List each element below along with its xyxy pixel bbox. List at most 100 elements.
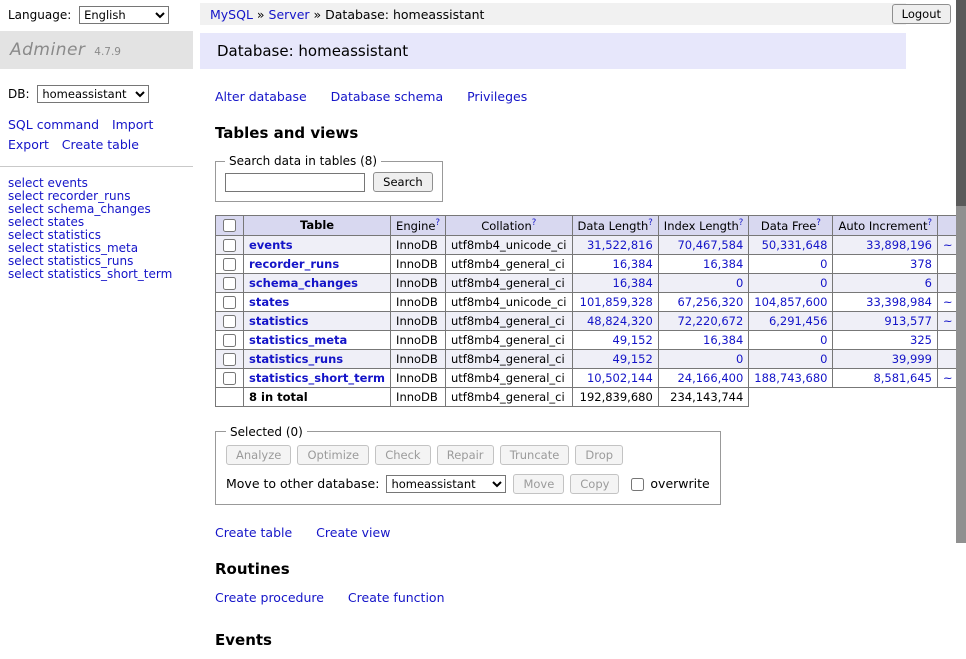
row-checkbox[interactable]: [223, 296, 236, 309]
data-free-link[interactable]: 0: [820, 257, 827, 271]
data-free-link[interactable]: 0: [820, 352, 827, 366]
check-button[interactable]: Check: [375, 445, 430, 465]
index-length-cell: 16,384: [658, 330, 749, 349]
sidebar-table-link[interactable]: select statistics_short_term: [8, 268, 185, 281]
scrollbar[interactable]: [956, 0, 966, 543]
index-length-link[interactable]: 70,467,584: [677, 238, 743, 252]
row-checkbox[interactable]: [223, 372, 236, 385]
data-length-link[interactable]: 49,152: [613, 333, 653, 347]
data-length-link[interactable]: 16,384: [613, 276, 653, 290]
index-length-link[interactable]: 72,220,672: [677, 314, 743, 328]
table-link[interactable]: statistics_runs: [249, 352, 343, 366]
index-length-link[interactable]: 16,384: [703, 257, 743, 271]
truncate-button[interactable]: Truncate: [500, 445, 570, 465]
overwrite-checkbox[interactable]: [631, 478, 644, 491]
data-free-link[interactable]: 50,331,648: [762, 238, 828, 252]
create-link[interactable]: Create table: [215, 525, 292, 540]
index-length-link[interactable]: 0: [736, 352, 743, 366]
language-select[interactable]: English: [79, 6, 169, 24]
auto-increment-link[interactable]: 8,581,645: [873, 371, 932, 385]
copy-button[interactable]: Copy: [570, 474, 619, 494]
analyze-button[interactable]: Analyze: [226, 445, 291, 465]
repair-button[interactable]: Repair: [437, 445, 494, 465]
data-free-link[interactable]: 104,857,600: [754, 295, 827, 309]
row-checkbox[interactable]: [223, 334, 236, 347]
routine-link[interactable]: Create procedure: [215, 590, 324, 605]
breadcrumb-item[interactable]: Server: [269, 7, 310, 22]
overwrite-label: overwrite: [650, 476, 709, 491]
db-action-link[interactable]: Alter database: [215, 89, 307, 104]
row-checkbox[interactable]: [223, 353, 236, 366]
row-check-cell: [216, 349, 244, 368]
data-length-link[interactable]: 49,152: [613, 352, 653, 366]
auto-increment-link[interactable]: 39,999: [892, 352, 932, 366]
search-button[interactable]: Search: [373, 172, 433, 192]
auto-increment-link[interactable]: 913,577: [884, 314, 932, 328]
data-length-link[interactable]: 10,502,144: [587, 371, 653, 385]
logout-button[interactable]: Logout: [892, 4, 951, 24]
auto-increment-link[interactable]: 33,898,196: [866, 238, 932, 252]
index-length-link[interactable]: 67,256,320: [677, 295, 743, 309]
create-link[interactable]: Create view: [316, 525, 390, 540]
language-label: Language:: [8, 8, 71, 22]
index-length-link[interactable]: 16,384: [703, 333, 743, 347]
sidebar-action-link[interactable]: SQL command: [8, 117, 99, 132]
table-link[interactable]: statistics_meta: [249, 333, 347, 347]
sidebar-table-link[interactable]: select statistics_meta: [8, 242, 185, 255]
help-icon[interactable]: ?: [532, 218, 537, 228]
move-db-select[interactable]: homeassistant: [386, 475, 506, 493]
optimize-button[interactable]: Optimize: [297, 445, 369, 465]
drop-button[interactable]: Drop: [575, 445, 623, 465]
table-link[interactable]: recorder_runs: [249, 257, 339, 271]
help-icon[interactable]: ?: [816, 218, 821, 228]
db-action-link[interactable]: Privileges: [467, 89, 527, 104]
data-free-link[interactable]: 6,291,456: [769, 314, 828, 328]
data-free-link[interactable]: 0: [820, 276, 827, 290]
table-link[interactable]: schema_changes: [249, 276, 358, 290]
move-button[interactable]: Move: [513, 474, 564, 494]
tables-table: TableEngine?Collation?Data Length?Index …: [215, 215, 966, 407]
help-icon[interactable]: ?: [927, 218, 932, 228]
sidebar-table-link[interactable]: select states: [8, 216, 185, 229]
help-icon[interactable]: ?: [648, 218, 653, 228]
data-length-link[interactable]: 101,859,328: [580, 295, 653, 309]
sidebar-action-link[interactable]: Export: [8, 137, 49, 152]
table-link[interactable]: statistics: [249, 314, 309, 328]
sidebar-table-link[interactable]: select statistics_runs: [8, 255, 185, 268]
row-checkbox[interactable]: [223, 258, 236, 271]
data-free-link[interactable]: 0: [820, 333, 827, 347]
data-length-link[interactable]: 48,824,320: [587, 314, 653, 328]
index-length-cell: 16,384: [658, 254, 749, 273]
db-action-link[interactable]: Database schema: [331, 89, 443, 104]
index-length-link[interactable]: 24,166,400: [677, 371, 743, 385]
index-length-link[interactable]: 0: [736, 276, 743, 290]
data-length-link[interactable]: 16,384: [613, 257, 653, 271]
db-select[interactable]: homeassistant: [37, 85, 149, 103]
auto-increment-cell: 913,577: [833, 311, 938, 330]
auto-increment-link[interactable]: 6: [925, 276, 932, 290]
auto-increment-link[interactable]: 325: [910, 333, 932, 347]
help-icon[interactable]: ?: [435, 218, 440, 228]
row-checkbox[interactable]: [223, 315, 236, 328]
sidebar-action-link[interactable]: Import: [112, 117, 154, 132]
routine-link[interactable]: Create function: [348, 590, 445, 605]
sidebar-table-link[interactable]: select statistics: [8, 229, 185, 242]
table-link[interactable]: states: [249, 295, 289, 309]
sidebar-table-link[interactable]: select schema_changes: [8, 203, 185, 216]
auto-increment-link[interactable]: 378: [910, 257, 932, 271]
sidebar-action-link[interactable]: Create table: [62, 137, 139, 152]
table-link[interactable]: events: [249, 238, 293, 252]
row-checkbox[interactable]: [223, 277, 236, 290]
data-free-cell: 50,331,648: [749, 235, 833, 254]
row-checkbox[interactable]: [223, 239, 236, 252]
data-length-link[interactable]: 31,522,816: [587, 238, 653, 252]
data-free-link[interactable]: 188,743,680: [754, 371, 827, 385]
help-icon[interactable]: ?: [739, 218, 744, 228]
auto-increment-link[interactable]: 33,398,984: [866, 295, 932, 309]
scrollbar-thumb[interactable]: [956, 0, 966, 206]
select-all-checkbox[interactable]: [223, 219, 236, 232]
search-input[interactable]: [225, 173, 365, 192]
table-link[interactable]: statistics_short_term: [249, 371, 385, 385]
breadcrumb-item[interactable]: MySQL: [210, 7, 253, 22]
routines-heading: Routines: [215, 560, 906, 578]
